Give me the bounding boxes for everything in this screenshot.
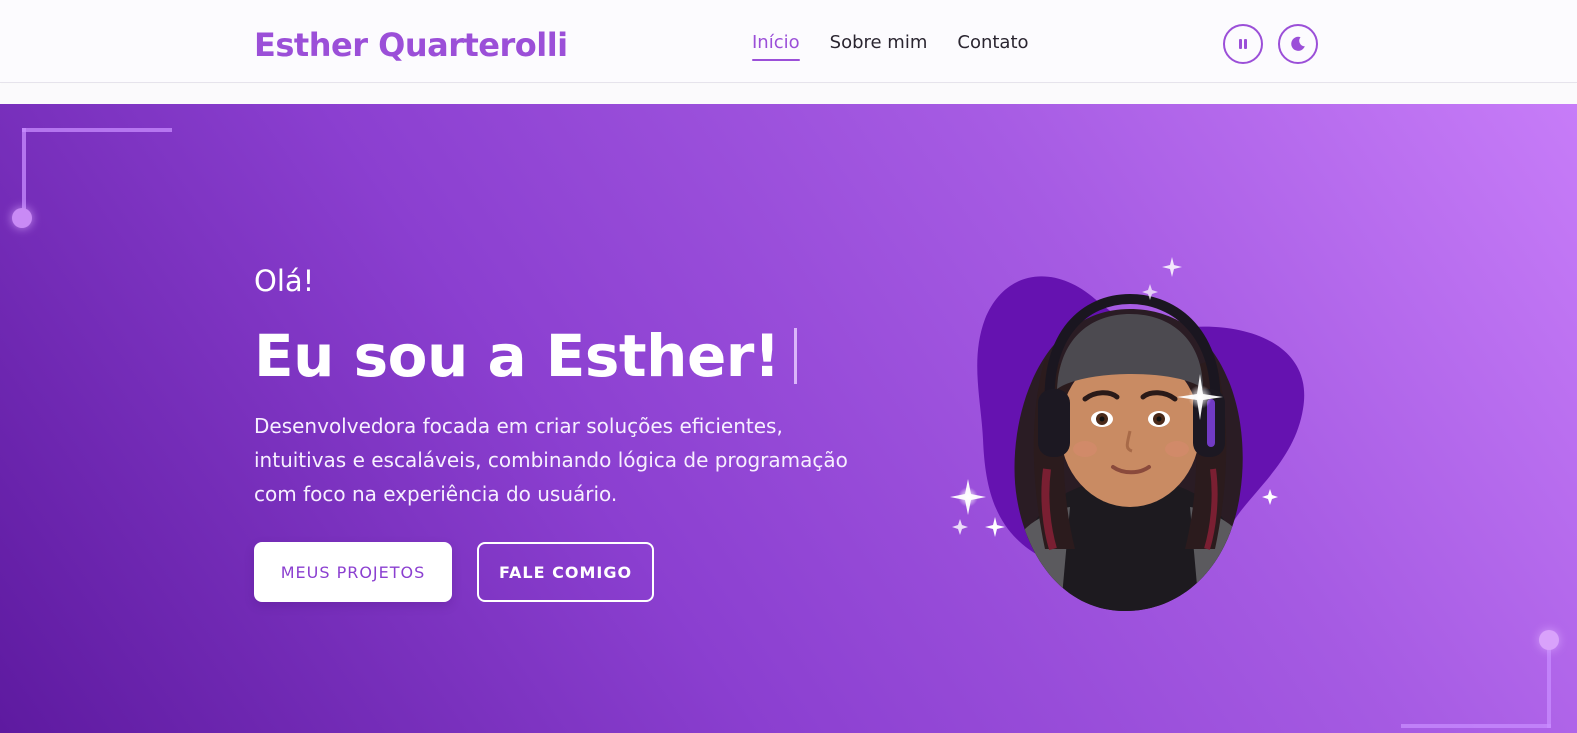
avatar-illustration-svg xyxy=(950,257,1305,611)
site-header: Esther Quarterolli Início Sobre mim Cont… xyxy=(0,0,1577,83)
hero-headline-text: Eu sou a Esther! xyxy=(254,322,780,390)
decor-line-bottom xyxy=(1401,724,1551,728)
decor-dot-right xyxy=(1539,630,1559,650)
brand-logo[interactable]: Esther Quarterolli xyxy=(254,26,568,64)
hero-description: Desenvolvedora focada em criar soluções … xyxy=(254,414,848,506)
typing-caret xyxy=(793,327,797,384)
hero-section: Olá! Eu sou a Esther! Desenvolvedora foc… xyxy=(0,104,1577,733)
pause-animation-button[interactable] xyxy=(1223,24,1263,64)
decor-line-right xyxy=(1547,642,1551,728)
theme-toggle-button[interactable] xyxy=(1278,24,1318,64)
nav-link-contato[interactable]: Contato xyxy=(957,32,1028,61)
nav-link-inicio[interactable]: Início xyxy=(752,32,800,61)
hero-headline: Eu sou a Esther! xyxy=(254,322,797,392)
decor-line-top xyxy=(22,128,172,132)
my-projects-button[interactable]: MEUS PROJETOS xyxy=(254,542,452,602)
contact-me-button[interactable]: FALE COMIGO xyxy=(477,542,654,602)
avatar-illustration xyxy=(935,239,1325,619)
decor-line-left xyxy=(22,128,26,218)
pause-icon xyxy=(1239,39,1247,49)
main-nav: Início Sobre mim Contato xyxy=(752,32,1059,61)
decor-dot-left xyxy=(12,208,32,228)
hero-greeting: Olá! xyxy=(254,264,315,298)
nav-link-sobre-mim[interactable]: Sobre mim xyxy=(830,32,928,61)
header-spacer xyxy=(0,84,1577,104)
moon-icon xyxy=(1291,36,1305,51)
